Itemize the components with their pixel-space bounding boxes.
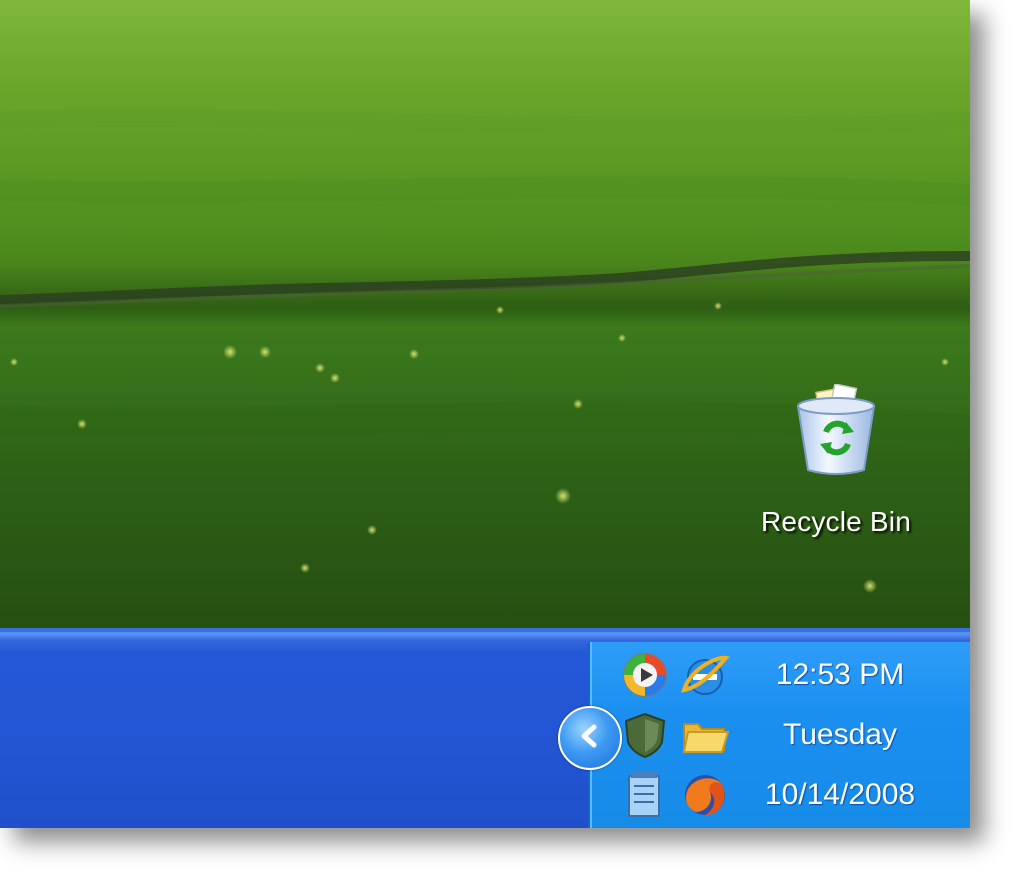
notification-area: 12:53 PM Tuesday 10/14/2008: [588, 642, 970, 828]
taskbar-top-edge: [0, 628, 970, 632]
chevron-left-icon: [576, 722, 604, 755]
recycle-bin-shortcut[interactable]: Recycle Bin: [748, 383, 924, 548]
clock-date[interactable]: 10/14/2008: [740, 778, 940, 812]
recycle-bin-label: Recycle Bin: [760, 506, 912, 537]
clock-time[interactable]: 12:53 PM: [740, 658, 940, 692]
folder-icon[interactable]: [680, 710, 730, 760]
firefox-icon[interactable]: [680, 770, 730, 820]
notepad-icon[interactable]: [620, 770, 670, 820]
internet-explorer-icon[interactable]: [680, 650, 731, 700]
taskbar[interactable]: 12:53 PM Tuesday 10/14/2008: [0, 628, 970, 828]
desktop[interactable]: Recycle Bin: [0, 0, 970, 628]
recycle-bin-icon: [790, 383, 882, 480]
show-hidden-icons-button[interactable]: [558, 706, 622, 770]
clock-day[interactable]: Tuesday: [740, 718, 940, 752]
windows-media-player-icon[interactable]: [620, 650, 670, 700]
security-shield-icon[interactable]: [620, 710, 670, 760]
